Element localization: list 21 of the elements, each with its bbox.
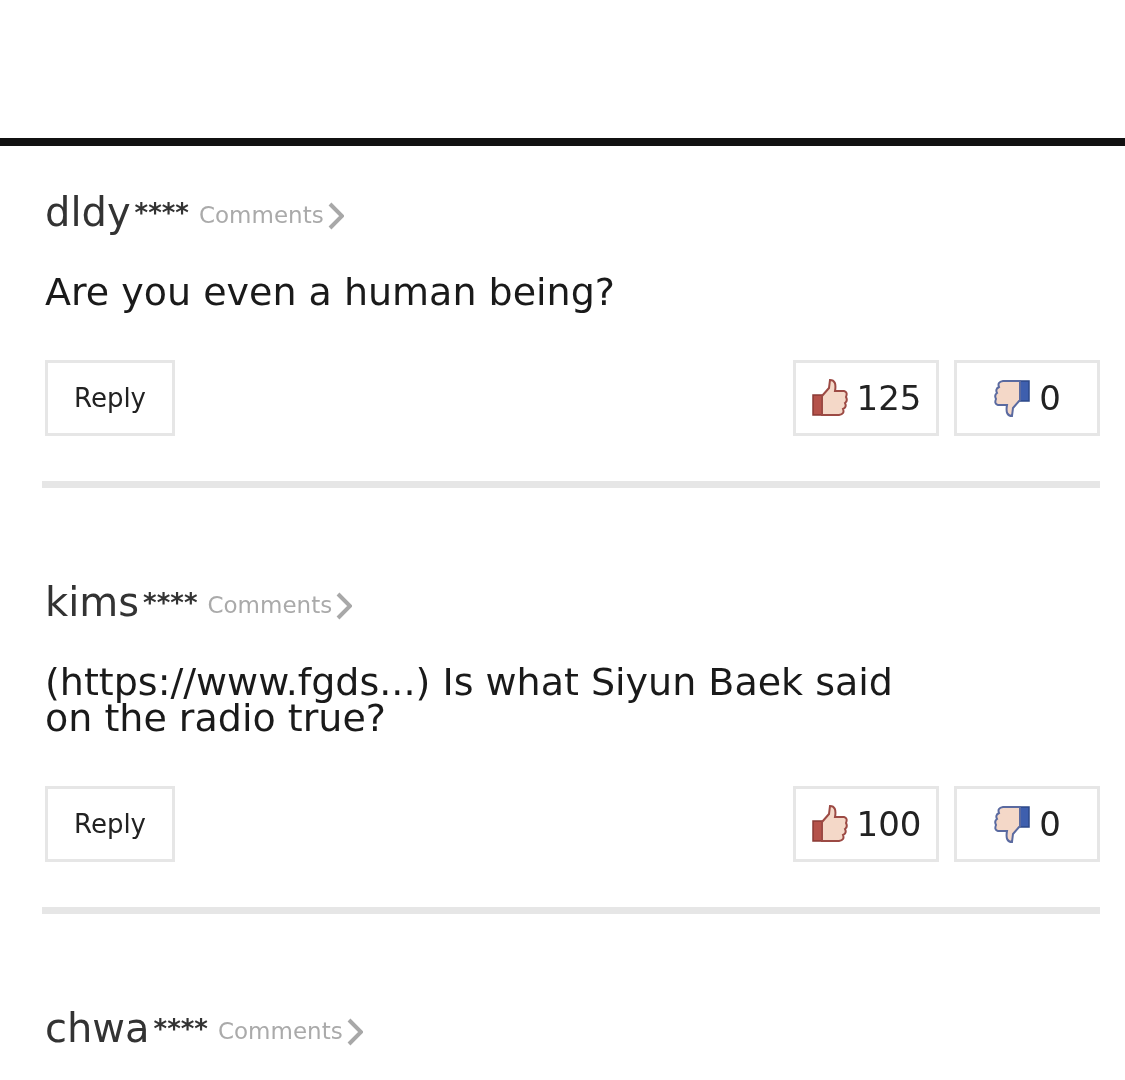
username: chwa <box>45 1006 150 1051</box>
chevron-icon <box>336 592 353 621</box>
like-button[interactable]: 100 <box>793 786 939 863</box>
masked-username: **** <box>143 588 198 621</box>
comment-text: Are you even a human being? <box>45 274 616 311</box>
thumbs-up-icon <box>810 804 849 845</box>
comment-text: (https://www.fgds...) Is what Siyun Baek said on the radio true? <box>45 664 894 737</box>
reply-button[interactable]: Reply <box>45 360 175 437</box>
thumbs-down-icon <box>993 804 1032 845</box>
reply-button[interactable]: Reply <box>45 786 175 863</box>
masked-username: **** <box>153 1014 208 1047</box>
thumbs-down-icon <box>993 378 1032 419</box>
like-button[interactable]: 125 <box>793 360 939 437</box>
chevron-icon <box>327 202 344 230</box>
username: kims <box>45 580 140 625</box>
dislike-button[interactable]: 0 <box>954 360 1100 437</box>
username: dldy <box>45 190 131 234</box>
dislike-button[interactable]: 0 <box>954 786 1100 863</box>
thumbs-up-icon <box>810 378 849 419</box>
chevron-icon <box>346 1018 363 1047</box>
masked-username: **** <box>134 198 189 230</box>
